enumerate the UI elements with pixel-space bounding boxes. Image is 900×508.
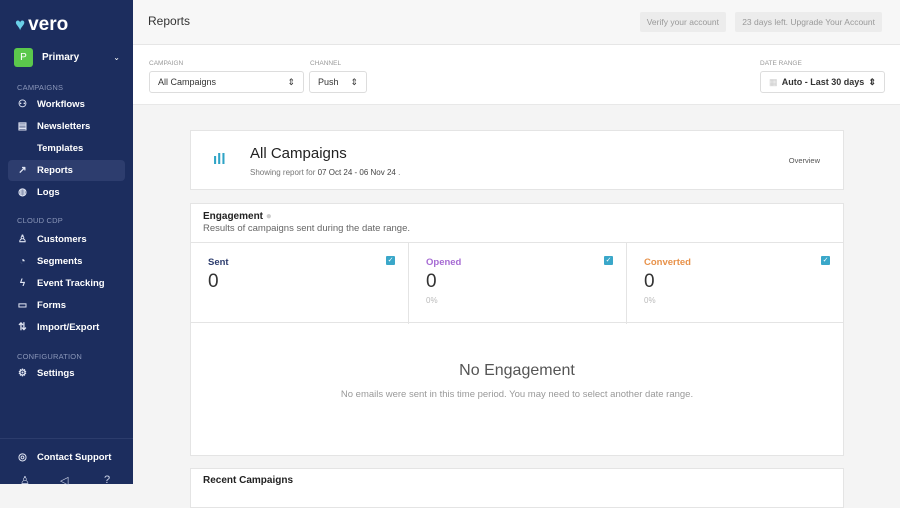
bolt-icon: ϟ [19,278,26,289]
channel-value: Push [318,77,339,87]
sidebar-item-label: Logs [37,187,60,198]
import-export-icon: ⇅ [18,322,27,333]
stat-label: Opened [426,257,462,268]
form-icon: ▭ [17,300,28,311]
sidebar-item-segments[interactable]: ◔ Segments [8,251,125,272]
section-configuration: CONFIGURATION [17,352,82,361]
sidebar-item-customers[interactable]: ♙ Customers [8,229,125,250]
page-title: Reports [148,14,191,28]
date-range-label: DATE RANGE [760,60,802,67]
sidebar-item-logs[interactable]: ◍ Logs [8,182,125,203]
stat-percent: 0% [644,296,656,305]
stat-sent: Sent 0 ✓ [191,243,409,324]
stat-label: Converted [644,257,691,268]
recent-campaigns-card: Recent Campaigns [190,468,844,508]
account-avatar: P [14,47,33,67]
main: Reports Verify your account 23 days left… [133,0,900,508]
stat-percent: 0% [426,296,438,305]
signal-bars-icon: ıll [213,151,226,168]
contact-support-link[interactable]: ◎ Contact Support [8,447,125,468]
filter-bar: CAMPAIGN All Campaigns ⇕ CHANNEL Push ⇕ DA… [133,45,900,105]
sidebar-item-label: Customers [37,234,87,245]
sidebar-item-label: Newsletters [37,121,91,132]
sidebar-item-label: Forms [37,300,67,311]
sidebar-item-label: Workflows [37,99,85,110]
checkbox[interactable]: ✓ [821,256,830,265]
stat-converted: Converted 0 0% ✓ [627,243,843,324]
sidebar-item-reports[interactable]: ↗ Reports [8,160,125,181]
sidebar-item-import-export[interactable]: ⇅ Import/Export [8,317,125,338]
select-arrows-icon: ⇕ [287,76,295,87]
stat-value: 0 [208,271,219,292]
channel-label: CHANNEL [310,60,342,67]
overview-link[interactable]: Overview [789,156,820,165]
empty-title: No Engagement [459,362,575,379]
chart-icon: ↗ [18,165,27,176]
date-range-value: Auto - Last 30 days [781,77,865,87]
user-icon: ♙ [18,234,27,245]
stats-row: Sent 0 ✓ Opened 0 0% ✓ Converted 0 0% ✓ [191,242,843,324]
info-icon[interactable]: ● [266,211,272,222]
workflow-icon: ⚇ [18,99,27,110]
gear-icon: ⚙ [18,368,27,379]
date-range-select[interactable]: ▦ Auto - Last 30 days ⇕ [760,71,885,93]
sidebar-item-event-tracking[interactable]: ϟ Event Tracking [8,273,125,294]
sidebar: ♥ vero P Primary ⌄ CAMPAIGNS CLOUD CDP CONF… [0,0,133,487]
sidebar-item-label: Event Tracking [37,278,105,289]
stat-opened: Opened 0 0% ✓ [409,243,627,324]
stat-label: Sent [208,257,229,268]
sidebar-item-newsletters[interactable]: ▤ Newsletters [8,116,125,137]
heart-logo-icon: ♥ [15,15,26,34]
sidebar-item-label: Settings [37,368,75,379]
checkbox[interactable]: ✓ [604,256,613,265]
engagement-subtitle: Results of campaigns sent during the dat… [203,223,411,234]
select-arrows-icon: ⇕ [868,76,876,87]
upgrade-account-button[interactable]: 23 days left. Upgrade Your Account [735,12,882,32]
checkbox[interactable]: ✓ [386,256,395,265]
select-arrows-icon: ⇕ [350,76,358,87]
sidebar-item-label: Templates [37,143,84,154]
sidebar-item-templates[interactable]: Templates [8,138,125,159]
megaphone-icon[interactable]: ◁ [60,474,68,487]
recent-campaigns-title: Recent Campaigns [203,475,294,486]
pie-icon: ◔ [19,256,26,267]
verify-account-button[interactable]: Verify your account [639,12,726,32]
channel-select[interactable]: Push ⇕ [309,71,367,93]
help-icon[interactable]: ? [104,474,110,486]
engagement-title: Engagement ● [203,211,272,222]
section-campaigns: CAMPAIGNS [17,83,64,92]
empty-text: No emails were sent in this time period.… [340,389,694,400]
summary-range: Showing report for 07 Oct 24 - 06 Nov 24… [250,168,401,177]
sidebar-item-label: Import/Export [37,322,100,333]
logs-icon: ◍ [18,187,27,198]
sidebar-item-label: Segments [37,256,83,267]
campaign-select[interactable]: All Campaigns ⇕ [149,71,304,93]
summary-card: ıll All Campaigns Showing report for 07 … [190,130,844,190]
support-icon: ◎ [18,452,27,463]
campaign-label: CAMPAIGN [149,60,184,67]
sidebar-item-settings[interactable]: ⚙ Settings [8,363,125,384]
summary-title: All Campaigns [250,145,347,162]
top-bar: Reports Verify your account 23 days left… [133,0,900,45]
divider [0,438,133,439]
sidebar-item-forms[interactable]: ▭ Forms [8,295,125,316]
campaign-value: All Campaigns [158,77,217,87]
profile-icon[interactable]: ♙ [20,474,30,487]
stat-value: 0 [426,271,437,292]
chevron-down-icon: ⌄ [113,52,120,62]
sidebar-item-workflows[interactable]: ⚇ Workflows [8,94,125,115]
calendar-icon: ▦ [769,76,778,87]
sidebar-item-label: Reports [37,165,73,176]
stat-value: 0 [644,271,655,292]
account-name: Primary [42,51,80,63]
engagement-card: Engagement ● Results of campaigns sent d… [190,203,844,456]
vero-logo[interactable]: ♥ vero [15,14,68,36]
section-cloud-cdp: CLOUD CDP [17,216,63,225]
account-switcher[interactable]: P Primary ⌄ [14,47,120,67]
newsletter-icon: ▤ [17,121,28,132]
